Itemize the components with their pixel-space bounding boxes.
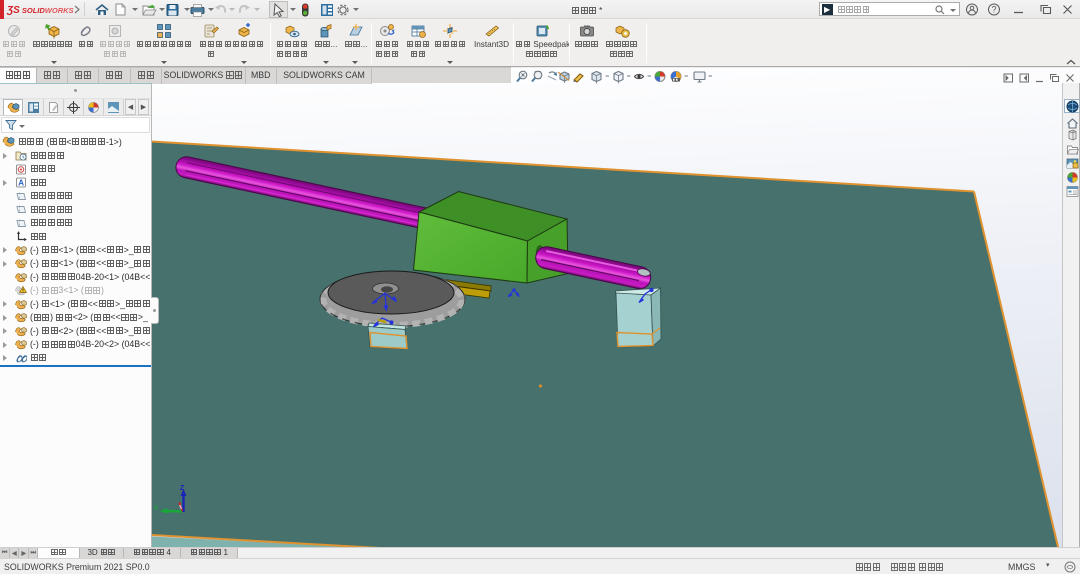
svg-text:Y: Y — [154, 505, 159, 512]
svg-text:?: ? — [992, 5, 997, 15]
svg-text:Z: Z — [180, 485, 185, 492]
